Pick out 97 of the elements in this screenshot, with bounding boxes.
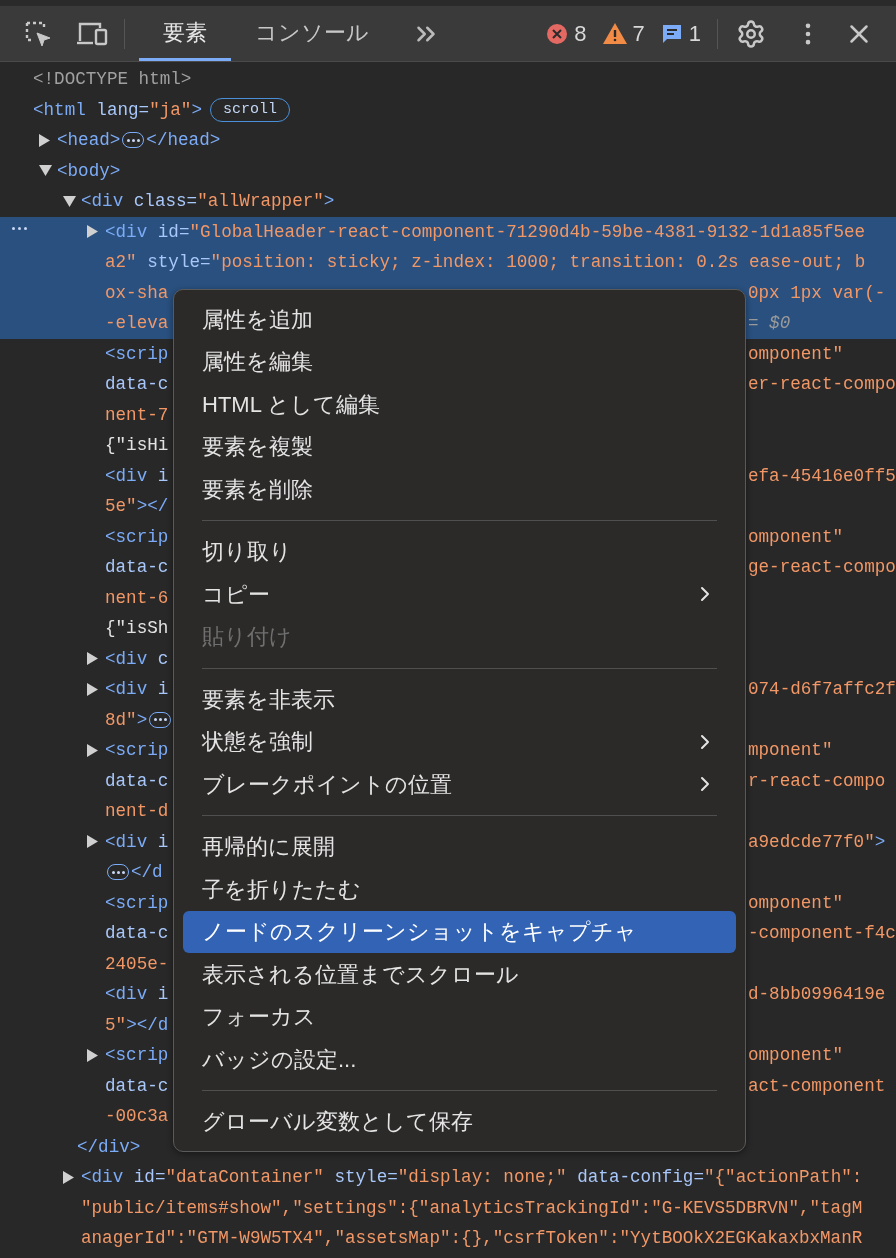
menu-item[interactable]: ノードのスクリーンショットをキャプチャ	[183, 910, 736, 953]
menu-item[interactable]: HTML として編集	[183, 383, 736, 426]
error-icon[interactable]	[546, 22, 569, 45]
code-text: omponent"	[748, 891, 844, 915]
menu-item[interactable]: 要素を削除	[183, 468, 736, 511]
code-text: {"isSh	[105, 617, 169, 641]
message-icon[interactable]	[660, 22, 683, 45]
code-text: -eleva	[105, 312, 169, 336]
code-text: r-react-compo	[748, 769, 886, 793]
selected-row[interactable]: <div id="GlobalHeader-react-component-71290d4b-59be-4381-9132-1d1a85f5ee	[0, 216, 896, 247]
issue-count[interactable]: 7	[632, 17, 645, 50]
code-text: </head>	[146, 129, 221, 153]
menu-item[interactable]: コピー	[183, 573, 736, 616]
triangle-down-icon[interactable]	[39, 165, 52, 177]
menu-item[interactable]: 切り取り	[183, 530, 736, 573]
code-text: nent-6	[105, 586, 169, 610]
menu-item[interactable]: 属性を追加	[183, 298, 736, 341]
code-text: omponent"	[748, 525, 844, 549]
triangle-right-icon[interactable]	[87, 682, 98, 696]
code-text: <div i	[105, 830, 169, 854]
menu-item[interactable]: ブレークポイントの位置	[183, 763, 736, 806]
element-picker-icon[interactable]	[24, 19, 52, 48]
code-text: <body>	[57, 159, 121, 183]
menu-item[interactable]: 表示される位置までスクロール	[183, 953, 736, 996]
code-text: <scrip	[105, 1044, 169, 1068]
code-text: 0px 1px var(-	[748, 281, 886, 305]
code-text: <html lang="ja">	[33, 98, 202, 122]
code-text: 5"></d	[105, 1013, 169, 1037]
menu-item[interactable]: 要素を非表示	[183, 678, 736, 721]
code-text: a9edcde77f0">	[748, 830, 886, 854]
code-text: "public/items#show","settings":{"analyticsTrackingId":"G-KEVS5DBRVN","tagM	[81, 1196, 863, 1220]
code-text: <div id="dataContainer" style="display: none;" data-config="{"actionPath":	[81, 1166, 863, 1190]
settings-icon[interactable]	[736, 18, 766, 49]
triangle-right-icon[interactable]	[87, 225, 98, 239]
selected-row[interactable]: a2" style="position: sticky; z-index: 1000; transition: 0.2s ease-out; b	[0, 247, 896, 278]
code-text: data-c	[105, 922, 169, 946]
code-text: anagerId":"GTM-W9W5TX4","assetsMap":{},"csrfToken":"YytBOOkX2EGKakaxbxManR	[81, 1227, 863, 1251]
code-text: 074-d6f7affc2f	[748, 678, 896, 702]
code-text: <div i	[105, 464, 169, 488]
code-text: {"isHi	[105, 434, 169, 458]
code-text: -component-f4c	[748, 922, 896, 946]
triangle-right-icon[interactable]	[87, 743, 98, 757]
code-text: <div class="allWrapper">	[81, 190, 335, 214]
code-text: er-react-compo	[748, 373, 896, 397]
menu-item[interactable]: フォーカス	[183, 995, 736, 1038]
code-text: -00c3a	[105, 1105, 169, 1129]
issue-count[interactable]: 1	[688, 17, 701, 50]
code-text: data-c	[105, 769, 169, 793]
code-text: <scrip	[105, 342, 169, 366]
code-text: d-8bb0996419e	[748, 983, 886, 1007]
code-text: nent-d	[105, 800, 169, 824]
code-text: <scrip	[105, 891, 169, 915]
panel-tab[interactable]: コンソール	[231, 6, 393, 61]
menu-item[interactable]: 要素を複製	[183, 425, 736, 468]
code-text: </d	[131, 861, 163, 885]
triangle-right-icon[interactable]	[87, 1048, 98, 1062]
code-text: <!DOCTYPE html>	[33, 68, 192, 92]
code-text: 5e"></	[105, 495, 169, 519]
code-text: data-c	[105, 373, 169, 397]
panel-tab[interactable]: 要素	[139, 6, 231, 61]
code-text: a2" style="position: sticky; z-index: 1000; transition: 0.2s ease-out; b	[105, 251, 866, 275]
code-text: <head>	[57, 129, 121, 153]
menu-item[interactable]: グローバル変数として保存	[183, 1100, 736, 1143]
triangle-right-icon[interactable]	[63, 1170, 74, 1184]
code-text: ge-react-compo	[748, 556, 896, 580]
code-text: omponent"	[748, 1044, 844, 1068]
code-text: <div i	[105, 983, 169, 1007]
triangle-down-icon[interactable]	[63, 195, 76, 207]
code-text: data-c	[105, 1074, 169, 1098]
menu-item[interactable]: バッジの設定...	[183, 1038, 736, 1081]
code-text: = $0	[748, 312, 791, 336]
code-text: <div c	[105, 647, 169, 671]
issue-count[interactable]: 8	[574, 17, 587, 50]
code-text: <div id="GlobalHeader-react-component-71290d4b-59be-4381-9132-1d1a85f5ee	[105, 220, 866, 244]
code-text: </div>	[77, 1135, 141, 1159]
code-text: 2405e-	[105, 952, 169, 976]
code-text: ox-sha	[105, 281, 169, 305]
menu-item[interactable]: 状態を強制	[183, 720, 736, 763]
more-dots-icon[interactable]	[12, 226, 27, 230]
code-text: nent-7	[105, 403, 169, 427]
device-toggle-icon[interactable]	[76, 20, 108, 47]
triangle-right-icon[interactable]	[39, 133, 50, 147]
code-text: 8d">	[105, 708, 148, 732]
warning-icon[interactable]	[602, 23, 627, 44]
code-text: omponent"	[748, 342, 844, 366]
triangle-right-icon[interactable]	[87, 835, 98, 849]
code-text: efa-45416e0ff5	[748, 464, 896, 488]
code-text: data-c	[105, 556, 169, 580]
code-text: <scrip	[105, 739, 169, 763]
menu-item[interactable]: 再帰的に展開	[183, 825, 736, 868]
code-text: act-component	[748, 1074, 886, 1098]
triangle-right-icon[interactable]	[87, 652, 98, 666]
menu-item[interactable]: 属性を編集	[183, 340, 736, 383]
code-text: mponent"	[748, 739, 833, 763]
code-text: <scrip	[105, 525, 169, 549]
code-text: <div i	[105, 678, 169, 702]
menu-item[interactable]: 子を折りたたむ	[183, 868, 736, 911]
